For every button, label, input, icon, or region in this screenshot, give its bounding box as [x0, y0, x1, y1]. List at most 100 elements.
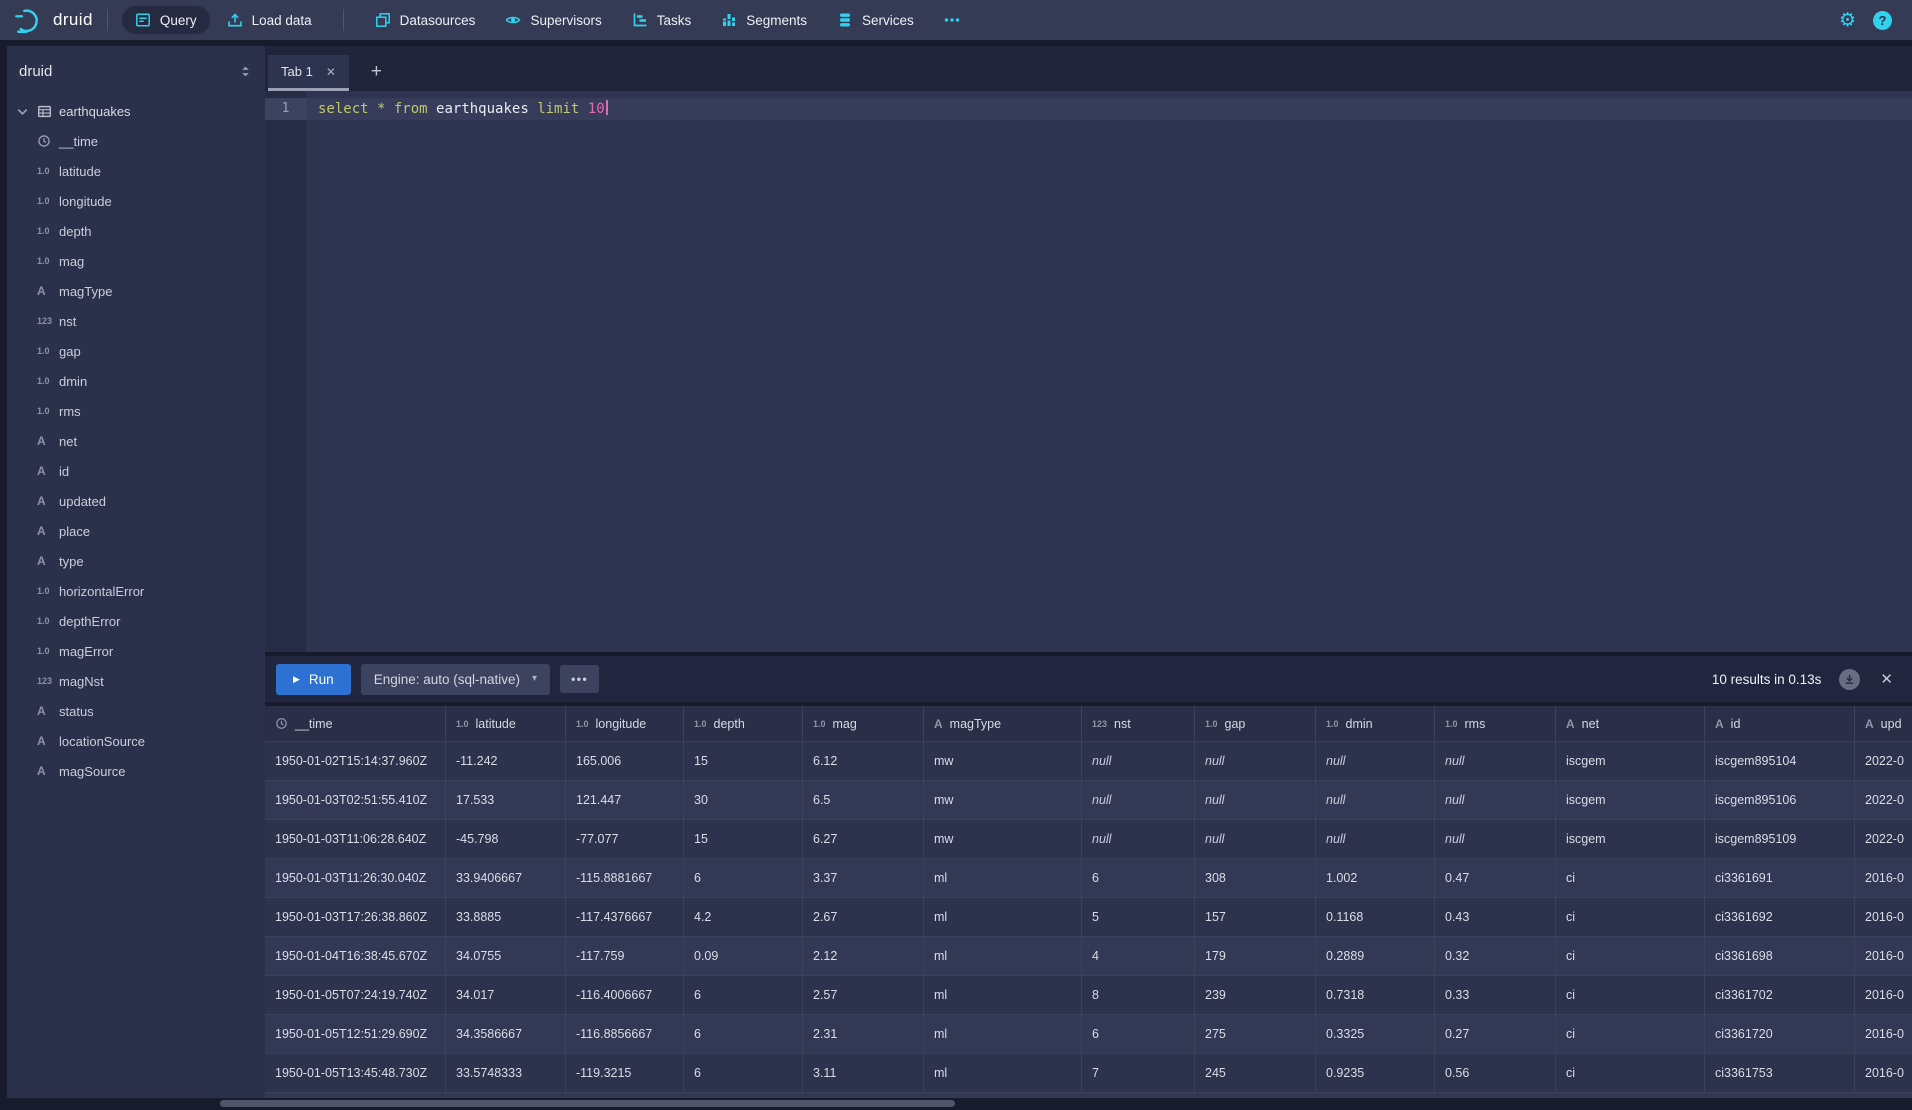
cell-longitude[interactable]: -119.3215 [566, 1054, 684, 1092]
engine-select[interactable]: Engine: auto (sql-native) ▾ [361, 664, 550, 695]
header-cell-upd[interactable]: Aupd [1855, 706, 1912, 741]
cell-mag[interactable]: 2.12 [803, 937, 924, 975]
cell-magtype[interactable]: ml [924, 937, 1082, 975]
cell-mag[interactable]: 3.37 [803, 859, 924, 897]
cell-nst[interactable]: 4 [1082, 937, 1195, 975]
tree-column-magtype[interactable]: AmagType [7, 276, 265, 306]
download-icon[interactable] [1839, 669, 1860, 690]
cell-time[interactable]: 1950-01-05T07:24:19.740Z [265, 976, 446, 1014]
tab-tab-1[interactable]: Tab 1 ✕ [268, 55, 349, 91]
cell-dmin[interactable]: 0.7318 [1316, 976, 1435, 1014]
cell-longitude[interactable]: -116.4006667 [566, 976, 684, 1014]
cell-rms[interactable]: 0.32 [1435, 937, 1556, 975]
nav-item-supervisors[interactable]: Supervisors [492, 6, 614, 34]
cell-upd[interactable]: 2022-0 [1855, 781, 1912, 819]
cell-nst[interactable]: null [1082, 742, 1195, 780]
cell-id[interactable]: ci3361753 [1705, 1054, 1855, 1092]
cell-rms[interactable]: 0.43 [1435, 898, 1556, 936]
tree-column-status[interactable]: Astatus [7, 696, 265, 726]
cell-nst[interactable]: 8 [1082, 976, 1195, 1014]
cell-rms[interactable]: 0.56 [1435, 1054, 1556, 1092]
cell-mag[interactable]: 2.67 [803, 898, 924, 936]
header-cell-nst[interactable]: 123nst [1082, 706, 1195, 741]
cell-gap[interactable]: 275 [1195, 1015, 1316, 1053]
cell-nst[interactable]: null [1082, 820, 1195, 858]
chevron-down-icon[interactable] [15, 104, 31, 119]
cell-longitude[interactable]: -115.8881667 [566, 859, 684, 897]
cell-longitude[interactable]: -77.077 [566, 820, 684, 858]
cell-rms[interactable]: null [1435, 742, 1556, 780]
cell-gap[interactable]: 157 [1195, 898, 1316, 936]
cell-mag[interactable]: 6.5 [803, 781, 924, 819]
cell-id[interactable]: ci3361720 [1705, 1015, 1855, 1053]
sql-editor[interactable]: 1 select * from earthquakes limit 10 [265, 91, 1912, 652]
cell-latitude[interactable]: -45.798 [446, 820, 566, 858]
cell-gap[interactable]: null [1195, 781, 1316, 819]
header-cell-longitude[interactable]: 1.0longitude [566, 706, 684, 741]
cell-net[interactable]: iscgem [1556, 820, 1705, 858]
tree-column-updated[interactable]: Aupdated [7, 486, 265, 516]
cell-latitude[interactable]: 34.3586667 [446, 1015, 566, 1053]
cell-time[interactable]: 1950-01-05T12:51:29.690Z [265, 1015, 446, 1053]
cell-upd[interactable]: 2016-0 [1855, 898, 1912, 936]
cell-gap[interactable]: null [1195, 820, 1316, 858]
tree-column-depth[interactable]: 1.0depth [7, 216, 265, 246]
cell-rms[interactable]: 0.33 [1435, 976, 1556, 1014]
cell-depth[interactable]: 15 [684, 742, 803, 780]
cell-mag[interactable]: 6.27 [803, 820, 924, 858]
cell-latitude[interactable]: 34.0755 [446, 937, 566, 975]
cell-id[interactable]: ci3361692 [1705, 898, 1855, 936]
cell-magtype[interactable]: ml [924, 898, 1082, 936]
datasource-earthquakes[interactable]: earthquakes [7, 96, 265, 126]
nav-item-more[interactable] [931, 6, 973, 34]
nav-item-services[interactable]: Services [824, 6, 927, 34]
nav-item-query[interactable]: Query [122, 6, 210, 34]
cell-dmin[interactable]: 0.2889 [1316, 937, 1435, 975]
header-cell-gap[interactable]: 1.0gap [1195, 706, 1316, 741]
nav-item-load-data[interactable]: Load data [214, 6, 325, 34]
cell-id[interactable]: iscgem895104 [1705, 742, 1855, 780]
cell-net[interactable]: ci [1556, 898, 1705, 936]
cell-upd[interactable]: 2022-0 [1855, 742, 1912, 780]
cell-gap[interactable]: 239 [1195, 976, 1316, 1014]
nav-item-datasources[interactable]: Datasources [362, 6, 489, 34]
cell-id[interactable]: ci3361691 [1705, 859, 1855, 897]
header-cell-magtype[interactable]: AmagType [924, 706, 1082, 741]
tree-column-gap[interactable]: 1.0gap [7, 336, 265, 366]
tree-column-magerror[interactable]: 1.0magError [7, 636, 265, 666]
cell-rms[interactable]: 0.47 [1435, 859, 1556, 897]
cell-net[interactable]: iscgem [1556, 742, 1705, 780]
cell-nst[interactable]: null [1082, 781, 1195, 819]
cell-mag[interactable]: 6.12 [803, 742, 924, 780]
sql-code-line[interactable]: select * from earthquakes limit 10 [318, 98, 608, 120]
cell-time[interactable]: 1950-01-03T02:51:55.410Z [265, 781, 446, 819]
query-more-button[interactable]: ••• [560, 665, 599, 693]
tree-column-mag[interactable]: 1.0mag [7, 246, 265, 276]
cell-latitude[interactable]: 33.8885 [446, 898, 566, 936]
cell-nst[interactable]: 7 [1082, 1054, 1195, 1092]
cell-magtype[interactable]: mw [924, 820, 1082, 858]
tree-column-type[interactable]: Atype [7, 546, 265, 576]
tree-column-id[interactable]: Aid [7, 456, 265, 486]
header-cell-net[interactable]: Anet [1556, 706, 1705, 741]
cell-magtype[interactable]: mw [924, 781, 1082, 819]
cell-net[interactable]: ci [1556, 859, 1705, 897]
cell-time[interactable]: 1950-01-03T11:06:28.640Z [265, 820, 446, 858]
cell-longitude[interactable]: 121.447 [566, 781, 684, 819]
cell-latitude[interactable]: 33.9406667 [446, 859, 566, 897]
cell-magtype[interactable]: ml [924, 1015, 1082, 1053]
cell-dmin[interactable]: 1.002 [1316, 859, 1435, 897]
tree-column-net[interactable]: Anet [7, 426, 265, 456]
cell-nst[interactable]: 5 [1082, 898, 1195, 936]
cell-rms[interactable]: null [1435, 781, 1556, 819]
cell-longitude[interactable]: 165.006 [566, 742, 684, 780]
cell-depth[interactable]: 30 [684, 781, 803, 819]
tree-column-rms[interactable]: 1.0rms [7, 396, 265, 426]
tree-column-nst[interactable]: 123nst [7, 306, 265, 336]
cell-dmin[interactable]: null [1316, 820, 1435, 858]
header-cell-rms[interactable]: 1.0rms [1435, 706, 1556, 741]
cell-id[interactable]: ci3361698 [1705, 937, 1855, 975]
cell-time[interactable]: 1950-01-04T16:38:45.670Z [265, 937, 446, 975]
header-cell-time[interactable]: __time [265, 706, 446, 741]
cell-upd[interactable]: 2016-0 [1855, 859, 1912, 897]
